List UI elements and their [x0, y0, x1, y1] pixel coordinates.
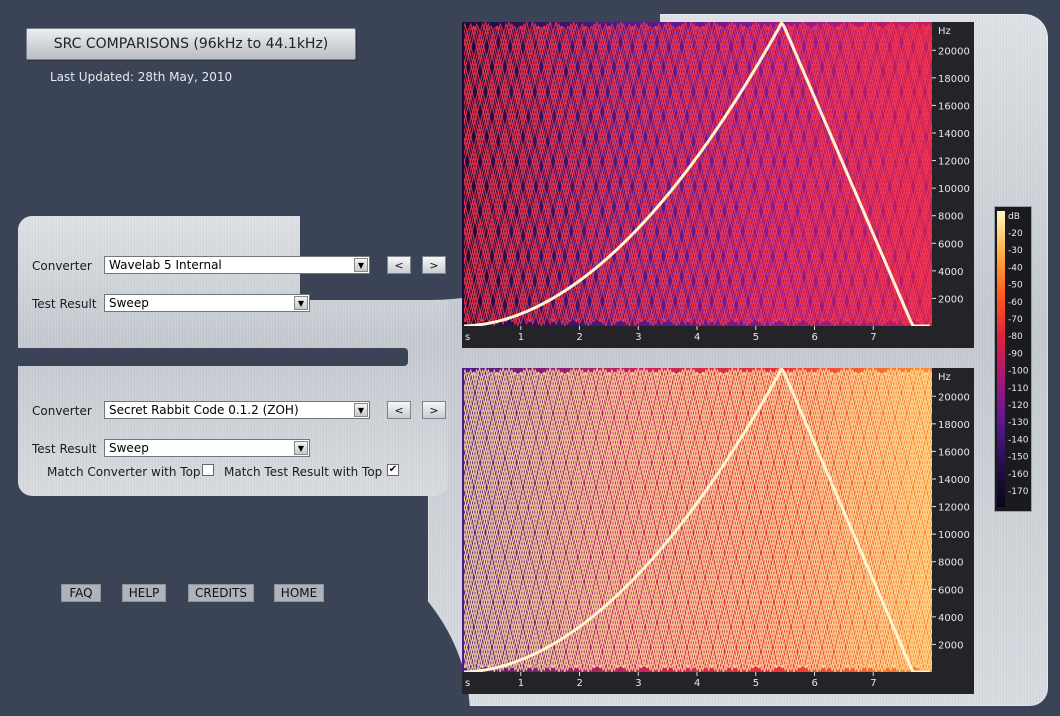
- y-tick-label: 16000: [938, 447, 970, 458]
- bottom-spectrogram: Hz 20000 18000 16000 14000 12000 10000 8000 6000…: [462, 368, 974, 694]
- y-tick-label: 12000: [938, 503, 970, 514]
- background-curve-bottom: [0, 496, 470, 716]
- bottom-converter-label: Converter: [32, 404, 92, 418]
- legend-tick-label: -30: [1008, 246, 1023, 256]
- legend-tick-label: -60: [1008, 298, 1023, 308]
- match-converter-checkbox[interactable]: [202, 464, 214, 476]
- bottom-next-button[interactable]: >: [422, 401, 446, 419]
- x-tick-label: 5: [753, 678, 759, 689]
- y-tick-label: 8000: [938, 212, 963, 223]
- x-unit-label: s: [465, 332, 470, 343]
- faq-link[interactable]: FAQ: [61, 584, 101, 602]
- bottom-converter-value: Secret Rabbit Code 0.1.2 (ZOH): [109, 403, 299, 417]
- y-tick-label: 6000: [938, 585, 963, 596]
- y-tick-label: 12000: [938, 157, 970, 168]
- page-title-button[interactable]: SRC COMPARISONS (96kHz to 44.1kHz): [26, 28, 356, 60]
- x-tick-label: 4: [694, 332, 700, 343]
- legend-tick-label: -140: [1008, 435, 1029, 445]
- x-tick-label: 6: [812, 678, 818, 689]
- legend-tick-label: -90: [1008, 349, 1023, 359]
- y-tick-label: 4000: [938, 613, 963, 624]
- chevron-down-icon: ▼: [294, 296, 308, 310]
- checkmark-icon: ✔: [388, 464, 398, 475]
- legend-tick-label: -110: [1008, 384, 1029, 394]
- x-tick-label: 7: [870, 332, 876, 343]
- chevron-down-icon: ▼: [294, 441, 308, 455]
- top-test-label: Test Result: [32, 297, 97, 311]
- top-next-button[interactable]: >: [422, 256, 446, 274]
- y-tick-label: 8000: [938, 558, 963, 569]
- x-tick-label: 2: [577, 332, 583, 343]
- db-legend-svg: dB -20 -30 -40 -50 -60 -70 -80 -90 -100 -110 -120 -1…: [997, 211, 1029, 507]
- y-unit-label: Hz: [938, 26, 951, 37]
- match-converter-label: Match Converter with Top: [47, 465, 201, 479]
- credits-link[interactable]: CREDITS: [188, 584, 254, 602]
- legend-tick-label: -40: [1008, 263, 1023, 273]
- bottom-converter-select[interactable]: Secret Rabbit Code 0.1.2 (ZOH) ▼: [104, 401, 370, 419]
- top-converter-value: Wavelab 5 Internal: [109, 258, 222, 272]
- legend-unit: dB: [1008, 212, 1020, 222]
- legend-tick-label: -150: [1008, 453, 1029, 463]
- bottom-test-label: Test Result: [32, 442, 97, 456]
- y-tick-label: 14000: [938, 475, 970, 486]
- y-tick-label: 14000: [938, 129, 970, 140]
- y-tick-label: 20000: [938, 392, 970, 403]
- y-tick-label: 18000: [938, 420, 970, 431]
- y-tick-label: 20000: [938, 46, 970, 57]
- legend-tick-label: -100: [1008, 367, 1029, 377]
- x-tick-label: 3: [635, 678, 641, 689]
- legend-gradient: [997, 211, 1005, 507]
- legend-tick-label: -170: [1008, 487, 1029, 497]
- y-tick-label: 10000: [938, 530, 970, 541]
- top-spectrogram-svg: Hz20000180001600014000120001000080006000…: [462, 22, 974, 348]
- x-tick-label: 3: [635, 332, 641, 343]
- y-tick-label: 4000: [938, 267, 963, 278]
- x-tick-label: 1: [518, 332, 524, 343]
- x-tick-label: 5: [753, 332, 759, 343]
- last-updated-text: Last Updated: 28th May, 2010: [50, 70, 233, 84]
- y-tick-label: 6000: [938, 239, 963, 250]
- legend-tick-label: -130: [1008, 418, 1029, 428]
- bottom-prev-button[interactable]: <: [387, 401, 411, 419]
- y-tick-label: 2000: [938, 294, 963, 305]
- legend-tick-label: -50: [1008, 281, 1023, 291]
- y-tick-label: 10000: [938, 184, 970, 195]
- top-prev-button[interactable]: <: [387, 256, 411, 274]
- home-link[interactable]: HOME: [274, 584, 324, 602]
- x-tick-label: 7: [870, 678, 876, 689]
- x-tick-label: 6: [812, 332, 818, 343]
- panel-divider: [10, 348, 408, 366]
- bottom-test-value: Sweep: [109, 441, 149, 455]
- top-converter-label: Converter: [32, 259, 92, 273]
- y-tick-label: 2000: [938, 640, 963, 651]
- y-unit-label: Hz: [938, 372, 951, 383]
- top-test-select[interactable]: Sweep ▼: [104, 294, 310, 312]
- legend-tick-label: -20: [1008, 229, 1023, 239]
- legend-tick-label: -70: [1008, 315, 1023, 325]
- legend-tick-label: -120: [1008, 401, 1029, 411]
- bottom-test-select[interactable]: Sweep ▼: [104, 439, 310, 457]
- bottom-spectrogram-svg: Hz20000180001600014000120001000080006000…: [462, 368, 974, 694]
- top-test-value: Sweep: [109, 296, 149, 310]
- chevron-down-icon: ▼: [354, 258, 368, 272]
- y-tick-label: 18000: [938, 74, 970, 85]
- x-tick-label: 2: [577, 678, 583, 689]
- top-converter-select[interactable]: Wavelab 5 Internal ▼: [104, 256, 370, 274]
- match-test-checkbox[interactable]: ✔: [387, 464, 399, 476]
- legend-tick-label: -160: [1008, 470, 1029, 480]
- x-tick-label: 1: [518, 678, 524, 689]
- legend-tick-label: -80: [1008, 332, 1023, 342]
- top-spectrogram: Hz 20000 18000 16000 14000 12000 10000 8000 6000…: [462, 22, 974, 348]
- chevron-down-icon: ▼: [354, 403, 368, 417]
- x-tick-label: 4: [694, 678, 700, 689]
- x-unit-label: s: [465, 678, 470, 689]
- help-link[interactable]: HELP: [122, 584, 166, 602]
- y-tick-label: 16000: [938, 101, 970, 112]
- match-test-label: Match Test Result with Top: [224, 465, 383, 479]
- db-legend: dB -20 -30 -40 -50 -60 -70 -80 -90 -100 -110 -120 -1…: [994, 206, 1032, 512]
